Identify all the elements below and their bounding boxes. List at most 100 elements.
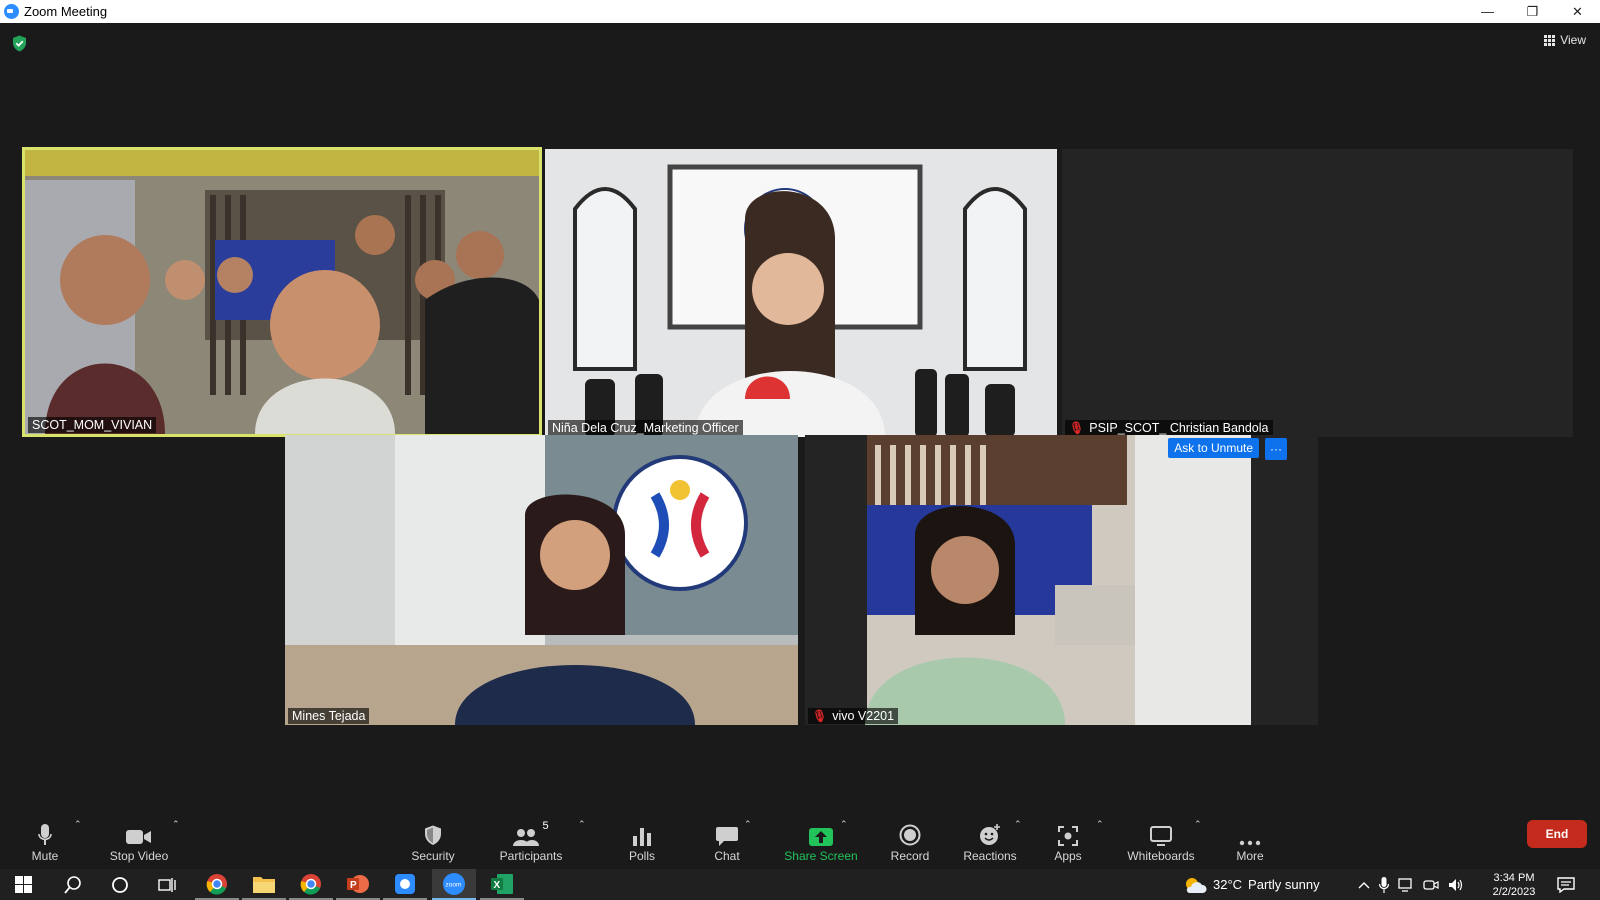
video-tile-active-speaker[interactable]: SCOT_MOM_VIVIAN — [22, 147, 542, 437]
svg-text:zoom: zoom — [446, 881, 462, 888]
share-screen-label: Share Screen — [784, 848, 858, 863]
reactions-options-caret[interactable]: ⌃ — [1014, 819, 1022, 830]
participants-count: 5 — [542, 819, 549, 832]
participant-name-tag: Niña Dela Cruz_Marketing Officer — [548, 420, 743, 436]
search-button[interactable] — [49, 869, 96, 900]
record-button[interactable]: Record — [885, 813, 935, 869]
taskbar-file-explorer[interactable] — [242, 869, 286, 900]
participant-name: Niña Dela Cruz_Marketing Officer — [552, 421, 739, 435]
participant-name-tag: 🎙 vivo V2201 — [808, 708, 899, 724]
meeting-controls: Mute ⌃ Stop Video ⌃ Security 5 Participa… — [0, 813, 1600, 869]
taskbar-clock[interactable]: 3:34 PM 2/2/2023 — [1486, 871, 1542, 899]
view-button[interactable]: View — [1544, 33, 1586, 47]
share-screen-icon — [809, 827, 833, 846]
zoom-icon: zoom — [443, 872, 465, 895]
more-label: More — [1236, 848, 1264, 863]
whiteboards-label: Whiteboards — [1127, 848, 1195, 863]
reactions-button[interactable]: Reactions — [960, 813, 1020, 869]
taskbar-powerpoint[interactable]: P — [336, 869, 380, 900]
whiteboards-options-caret[interactable]: ⌃ — [1194, 819, 1202, 830]
network-icon[interactable] — [1398, 877, 1414, 892]
video-feed-branch-office — [805, 435, 1318, 725]
minimize-button[interactable]: — — [1465, 0, 1510, 23]
video-options-caret[interactable]: ⌃ — [172, 819, 180, 830]
apps-icon — [1058, 825, 1078, 846]
share-screen-button[interactable]: Share Screen — [781, 813, 861, 869]
taskbar-excel[interactable]: X — [480, 869, 524, 900]
task-view-button[interactable] — [143, 869, 190, 900]
stop-video-button[interactable]: Stop Video — [104, 813, 174, 869]
security-button[interactable]: Security — [403, 813, 463, 869]
shield-check-icon[interactable] — [12, 35, 27, 52]
mic-muted-icon: 🎙 — [812, 709, 828, 723]
powerpoint-icon: P — [347, 874, 369, 893]
ask-to-unmute-button[interactable]: Ask to Unmute — [1168, 438, 1259, 458]
polls-label: Polls — [628, 848, 655, 863]
clock-date: 2/2/2023 — [1492, 886, 1536, 898]
more-button[interactable]: More — [1230, 813, 1270, 869]
record-label: Record — [890, 848, 930, 863]
taskbar-chrome[interactable] — [195, 869, 239, 900]
apps-button[interactable]: Apps — [1045, 813, 1091, 869]
chat-options-caret[interactable]: ⌃ — [744, 819, 752, 830]
video-feed-group-photo — [25, 150, 539, 434]
folder-icon — [253, 876, 275, 893]
bar-chart-icon — [633, 827, 651, 846]
whiteboards-button[interactable]: Whiteboards — [1121, 813, 1201, 869]
notification-icon — [1557, 876, 1575, 893]
participants-options-caret[interactable]: ⌃ — [578, 819, 586, 830]
weather-widget[interactable]: 32°C Partly sunny — [1183, 869, 1328, 900]
volume-icon[interactable] — [1448, 878, 1464, 892]
participant-name: SCOT_MOM_VIVIAN — [32, 418, 153, 432]
app-icon — [395, 873, 415, 894]
video-feed-conference-room — [545, 149, 1057, 437]
chat-label: Chat — [714, 848, 740, 863]
partly-sunny-icon — [1186, 877, 1207, 893]
participants-button[interactable]: 5 Participants — [497, 813, 565, 869]
video-capture-icon[interactable] — [1423, 878, 1439, 892]
action-center-button[interactable] — [1546, 869, 1586, 900]
svg-text:P: P — [350, 880, 357, 891]
end-meeting-button[interactable]: End — [1527, 820, 1587, 848]
video-tile-camera-off[interactable]: 🎙 PSIP_SCOT_ Christian Bandola — [1062, 149, 1573, 437]
video-tile[interactable]: Ask to Unmute ··· 🎙 vivo V2201 — [805, 435, 1318, 725]
search-icon — [63, 875, 81, 894]
close-button[interactable]: ✕ — [1555, 0, 1600, 23]
tile-more-options-button[interactable]: ··· — [1265, 438, 1287, 460]
windows-logo-icon — [15, 876, 32, 893]
ellipsis-icon — [1239, 840, 1261, 845]
chat-bubble-icon — [716, 826, 738, 846]
window-controls: — ❐ ✕ — [1465, 0, 1600, 23]
show-hidden-icons-chevron-up-icon[interactable] — [1358, 881, 1370, 889]
polls-button[interactable]: Polls — [617, 813, 667, 869]
chrome-icon — [206, 873, 227, 895]
share-options-caret[interactable]: ⌃ — [840, 819, 848, 830]
smiley-add-icon — [980, 823, 1000, 845]
excel-icon: X — [491, 873, 513, 894]
video-camera-icon — [126, 829, 151, 844]
microphone-icon — [38, 823, 52, 845]
restore-button[interactable]: ❐ — [1510, 0, 1555, 23]
mute-options-caret[interactable]: ⌃ — [74, 819, 82, 830]
taskbar-chrome-profile[interactable] — [289, 869, 333, 900]
system-tray — [1336, 869, 1486, 900]
taskbar-zoom[interactable]: zoom — [432, 869, 476, 900]
start-button[interactable] — [0, 869, 47, 900]
task-view-icon — [157, 877, 176, 892]
grid-icon — [1544, 34, 1556, 46]
participants-icon — [513, 828, 540, 846]
apps-options-caret[interactable]: ⌃ — [1096, 819, 1104, 830]
taskbar-app-blue[interactable] — [383, 869, 427, 900]
participants-label: Participants — [499, 848, 563, 863]
windows-taskbar: P zoom X 32°C Partly sunny 3:34 PM 2/2/2… — [0, 869, 1600, 900]
window-title: Zoom Meeting — [24, 4, 108, 19]
mute-button[interactable]: Mute — [25, 813, 65, 869]
video-tile[interactable]: Niña Dela Cruz_Marketing Officer — [545, 149, 1057, 437]
microphone-tray-icon[interactable] — [1379, 876, 1389, 893]
video-tile[interactable]: Mines Tejada — [285, 435, 798, 725]
chrome-icon — [300, 873, 321, 895]
zoom-logo-icon — [4, 4, 19, 19]
cortana-button[interactable] — [96, 869, 143, 900]
video-feed-office-logo — [285, 435, 798, 725]
participant-name: PSIP_SCOT_ Christian Bandola — [1089, 421, 1269, 435]
